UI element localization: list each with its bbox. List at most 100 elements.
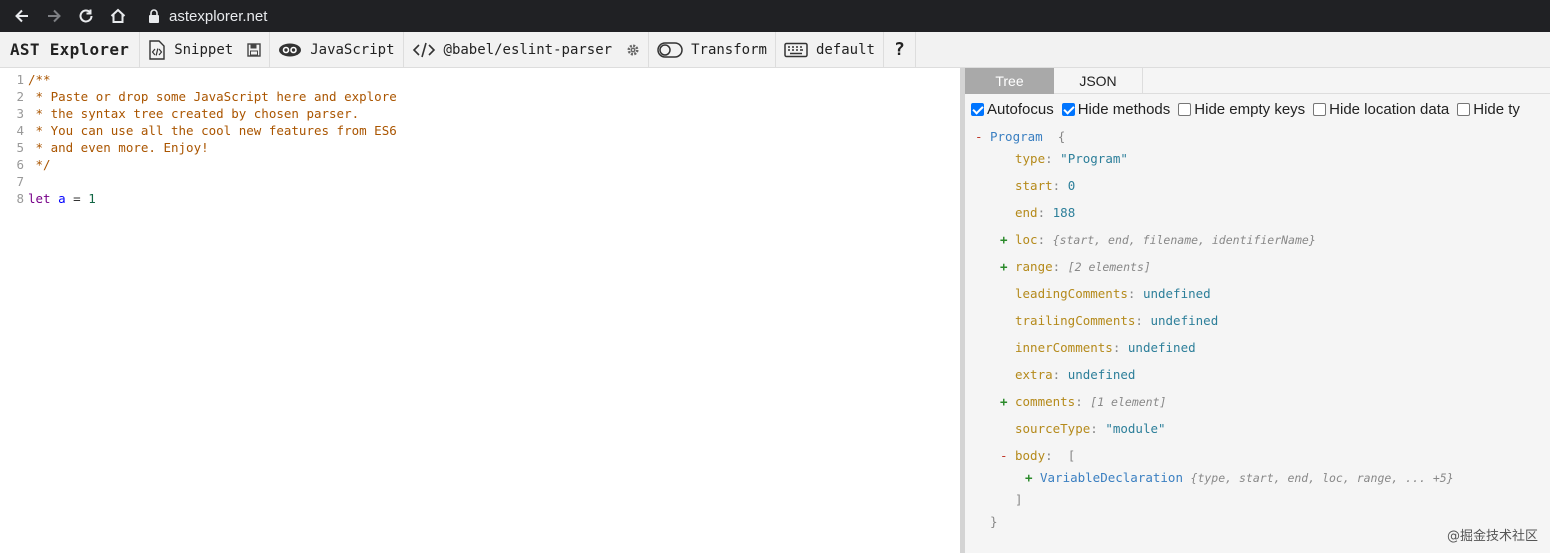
code-line: 8 let a = 1 — [0, 190, 95, 207]
option-hide-location-data[interactable]: Hide location data — [1313, 101, 1449, 118]
property-key: type — [1015, 151, 1046, 166]
code-line: 5 * and even more. Enjoy! — [0, 139, 209, 156]
expand-toggle[interactable]: + — [1025, 469, 1040, 487]
snippet-button[interactable]: Snippet — [140, 32, 271, 67]
operator-token: = — [73, 191, 81, 206]
property-value: undefined — [1142, 286, 1211, 301]
option-label: Hide empty keys — [1194, 100, 1306, 118]
hide-type-keys-checkbox[interactable] — [1457, 102, 1471, 116]
transform-toggle[interactable]: Transform — [649, 32, 776, 67]
option-label: Hide methods — [1077, 100, 1171, 118]
close-bracket-row: ] — [1015, 491, 1023, 509]
output-tabs: Tree JSON — [965, 68, 1550, 94]
code-line: 3 * the syntax tree created by chosen pa… — [0, 105, 359, 122]
hide-methods-checkbox[interactable] — [1061, 102, 1075, 116]
browser-toolbar: astexplorer.net — [0, 0, 1550, 32]
tree-node-variable-declaration[interactable]: + VariableDeclaration {type, start, end, … — [1025, 469, 1454, 487]
close-brace: } — [990, 514, 998, 529]
address-bar[interactable]: astexplorer.net — [148, 0, 267, 32]
property-key: range — [1015, 259, 1053, 274]
option-hide-type-keys[interactable]: Hide ty — [1457, 101, 1520, 118]
comment-text: * Paste or drop some JavaScript here and… — [28, 89, 397, 104]
back-button[interactable] — [6, 0, 38, 32]
snippet-label: Snippet — [174, 41, 234, 58]
property-value: undefined — [1067, 367, 1136, 382]
reload-button[interactable] — [70, 0, 102, 32]
gear-icon[interactable] — [626, 43, 640, 57]
line-number: 4 — [16, 123, 24, 138]
property-summary: [2 elements] — [1067, 260, 1151, 274]
output-panel: Tree JSON Autofocus Hide methods Hide em… — [965, 68, 1550, 553]
code-icon — [412, 42, 436, 58]
back-arrow-icon — [15, 9, 28, 23]
language-label: JavaScript — [310, 41, 395, 58]
home-button[interactable] — [102, 0, 134, 32]
tree-property-comments[interactable]: + comments: [1 element] — [1000, 393, 1166, 411]
home-icon — [110, 8, 126, 23]
keymap-label: default — [815, 41, 875, 58]
property-key: end — [1015, 205, 1038, 220]
tree-property: start: 0 — [1015, 178, 1076, 193]
tab-json[interactable]: JSON — [1054, 68, 1143, 94]
collapse-toggle[interactable]: - — [975, 128, 990, 146]
option-label: Hide location data — [1329, 100, 1450, 118]
property-key: extra — [1015, 367, 1053, 382]
line-number: 5 — [16, 140, 24, 155]
hide-location-data-checkbox[interactable] — [1313, 102, 1327, 116]
comment-text: */ — [28, 157, 51, 172]
tree-property: type: "Program" — [1015, 151, 1128, 166]
property-key: sourceType — [1015, 421, 1091, 436]
parser-selector[interactable]: @babel/eslint-parser — [404, 32, 650, 67]
property-value: 188 — [1052, 205, 1076, 220]
property-key: body — [1015, 448, 1046, 463]
expand-toggle[interactable]: + — [1000, 231, 1015, 249]
code-editor[interactable]: 1 /** 2 * Paste or drop some JavaScript h… — [0, 68, 960, 553]
property-key: loc — [1015, 232, 1038, 247]
comment-text: /** — [28, 72, 51, 87]
variable-token: a — [58, 191, 66, 206]
tree-property-body[interactable]: - body: [ — [1000, 447, 1075, 465]
open-bracket: [ — [1067, 448, 1076, 463]
hide-empty-keys-checkbox[interactable] — [1178, 102, 1192, 116]
line-number: 6 — [16, 157, 24, 172]
comment-text: * and even more. Enjoy! — [28, 140, 209, 155]
forward-button[interactable] — [38, 0, 70, 32]
tree-node-program[interactable]: - Program { — [975, 128, 1065, 146]
property-summary: {start, end, filename, identifierName} — [1052, 233, 1316, 247]
option-hide-methods[interactable]: Hide methods — [1061, 100, 1171, 118]
code-line: 6 */ — [0, 156, 51, 173]
tree-property-loc[interactable]: + loc: {start, end, filename, identifierN… — [1000, 231, 1316, 249]
language-selector[interactable]: JavaScript — [270, 32, 404, 67]
option-autofocus[interactable]: Autofocus — [971, 101, 1054, 118]
tab-tree[interactable]: Tree — [965, 68, 1054, 94]
line-number: 8 — [16, 191, 24, 206]
property-value: "module" — [1105, 421, 1166, 436]
tree-property-range[interactable]: + range: [2 elements] — [1000, 258, 1151, 276]
keymap-selector[interactable]: default — [776, 32, 884, 67]
keyboard-icon — [784, 42, 808, 58]
collapse-toggle[interactable]: - — [1000, 447, 1015, 465]
line-number: 1 — [16, 72, 24, 87]
option-label: Hide ty — [1473, 100, 1520, 118]
node-type: Program — [990, 129, 1043, 144]
tree-property: trailingComments: undefined — [1015, 313, 1219, 328]
save-icon[interactable] — [247, 42, 261, 57]
line-number: 3 — [16, 106, 24, 121]
help-button[interactable]: ? — [884, 32, 916, 67]
node-type: VariableDeclaration — [1040, 470, 1183, 485]
expand-toggle[interactable]: + — [1000, 393, 1015, 411]
property-summary: [1 element] — [1090, 395, 1167, 409]
property-key: innerComments — [1015, 340, 1113, 355]
node-summary: {type, start, end, loc, range, ... +5} — [1190, 471, 1454, 485]
option-hide-empty-keys[interactable]: Hide empty keys — [1178, 101, 1305, 118]
code-line: 1 /** — [0, 71, 51, 88]
property-value: "Program" — [1060, 151, 1128, 166]
reload-icon — [79, 9, 93, 23]
keyword-token: let — [28, 191, 51, 206]
tree-property: leadingComments: undefined — [1015, 286, 1211, 301]
expand-toggle[interactable]: + — [1000, 258, 1015, 276]
tree-property: sourceType: "module" — [1015, 421, 1166, 436]
autofocus-checkbox[interactable] — [971, 102, 984, 116]
code-line: 4 * You can use all the cool new feature… — [0, 122, 396, 139]
property-key: trailingComments — [1015, 313, 1136, 328]
